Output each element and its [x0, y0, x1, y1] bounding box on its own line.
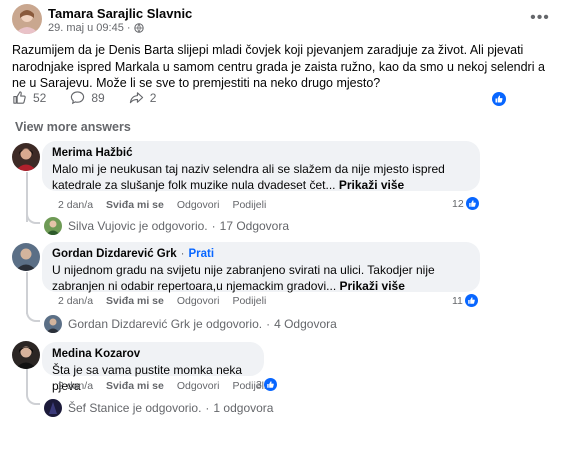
see-more-link[interactable]: Prikaži više	[340, 279, 405, 293]
post-text: Razumijem da je Denis Barta slijepi mlad…	[12, 43, 545, 90]
comment-time[interactable]: 2 dan/a	[58, 295, 93, 307]
post-comment-count: 89	[91, 90, 105, 105]
post-date[interactable]: 29. maj u 09:45 ·	[48, 22, 131, 34]
like-badge-icon	[263, 378, 277, 391]
like-badge-icon	[464, 294, 478, 307]
comment-time[interactable]: 2 dan/a	[58, 380, 93, 392]
like-badge-icon[interactable]	[492, 92, 506, 106]
comment-actions: 2 dan/a Sviđa mi se Odgovori Podijeli	[58, 295, 266, 307]
comment-reply-button[interactable]: Odgovori	[177, 199, 220, 211]
reply-summary[interactable]: Silva Vujovic je odgovorio. · 17 Odgovor…	[44, 217, 289, 235]
comment-actions: 2 dan/a Sviđa mi se Odgovori Podijeli	[58, 380, 266, 392]
reply-summary-name: Gordan Dizdarević Grk je odgovorio.	[68, 317, 263, 331]
reaction-count-value: 3	[256, 378, 262, 391]
reply-summary[interactable]: Gordan Dizdarević Grk je odgovorio. · 4 …	[44, 315, 337, 333]
reply-avatar	[44, 315, 62, 333]
comment-bubble: Medina Kozarov Šta je sa vama pustite mo…	[42, 342, 264, 393]
comment-reaction-count[interactable]: 3	[256, 378, 277, 391]
comment-like-button[interactable]: Sviđa mi se	[106, 295, 164, 307]
thread-branch	[26, 294, 40, 322]
post-comment-button[interactable]: 89	[70, 90, 105, 105]
comment-time[interactable]: 2 dan/a	[58, 199, 93, 211]
reaction-count-value: 11	[452, 294, 463, 307]
post-like-button[interactable]: 52	[12, 90, 46, 105]
reply-summary-name: Silva Vujovic je odgovorio.	[68, 219, 208, 233]
more-icon[interactable]: •••	[528, 9, 552, 26]
comment-actions: 2 dan/a Sviđa mi se Odgovori Podijeli	[58, 199, 266, 211]
separator-dot: ·	[180, 248, 185, 260]
comment-like-button[interactable]: Sviđa mi se	[106, 199, 164, 211]
reply-avatar	[44, 217, 62, 235]
comment-reaction-count[interactable]: 12	[452, 197, 479, 210]
post-author-avatar[interactable]	[12, 4, 42, 34]
follow-button[interactable]: Prati	[188, 248, 214, 260]
separator-dot: ·	[205, 401, 210, 415]
reaction-count-value: 12	[452, 197, 464, 210]
comment-reaction-count[interactable]: 11	[452, 294, 478, 307]
comment-share-button[interactable]: Podijeli	[232, 199, 266, 211]
comment-author-name[interactable]: Gordan Dizdarević Grk	[52, 248, 177, 260]
see-more-link[interactable]: Prikaži više	[339, 178, 404, 192]
post-share-button[interactable]: 2	[129, 90, 157, 105]
comment-bubble: Gordan Dizdarević Grk · Prati U nijednom g…	[42, 242, 480, 293]
reply-summary[interactable]: Šef Stanice je odgovorio. · 1 odgovora	[44, 399, 273, 417]
comment-author[interactable]: Medina Kozarov	[52, 348, 254, 360]
separator-dot: ·	[266, 317, 271, 331]
comment-icon	[71, 91, 85, 105]
commenter-avatar[interactable]	[12, 243, 40, 271]
view-more-answers-link[interactable]: View more answers	[15, 120, 131, 134]
commenter-avatar[interactable]	[12, 143, 40, 171]
reply-avatar	[44, 399, 62, 417]
like-icon	[13, 91, 26, 104]
post-share-count: 2	[149, 90, 157, 105]
comment-share-button[interactable]: Podijeli	[232, 295, 266, 307]
post-meta: 29. maj u 09:45 ·	[48, 22, 144, 34]
post-author-name[interactable]: Tamara Sarajlic Slavnic	[48, 6, 192, 21]
thread-branch	[26, 200, 40, 224]
comment-author[interactable]: Merima Hažbić	[52, 147, 470, 159]
reply-summary-count: 4 Odgovora	[274, 317, 337, 331]
reply-summary-count: 17 Odgovora	[219, 219, 290, 233]
comment-reply-button[interactable]: Odgovori	[177, 380, 220, 392]
comment-text: Malo mi je neukusan taj naziv selendra a…	[52, 162, 445, 192]
share-icon	[129, 92, 143, 104]
post-reactions-bar: 52 89 2	[12, 90, 180, 105]
comment-author: Gordan Dizdarević Grk · Prati	[52, 248, 470, 260]
comment-reply-button[interactable]: Odgovori	[177, 295, 220, 307]
comment-bubble: Merima Hažbić Malo mi je neukusan taj na…	[42, 141, 480, 192]
reply-summary-name: Šef Stanice je odgovorio.	[68, 401, 202, 415]
comment-like-button[interactable]: Sviđa mi se	[106, 380, 164, 392]
separator-dot: ·	[211, 219, 216, 233]
reply-summary-count: 1 odgovora	[213, 401, 274, 415]
globe-icon	[133, 23, 144, 33]
thread-branch	[26, 381, 40, 405]
comment-text: U nijednom gradu na svijetu nije zabranj…	[52, 263, 435, 293]
like-badge-icon	[465, 197, 479, 210]
commenter-avatar[interactable]	[12, 341, 40, 369]
post-like-count: 52	[33, 90, 47, 105]
